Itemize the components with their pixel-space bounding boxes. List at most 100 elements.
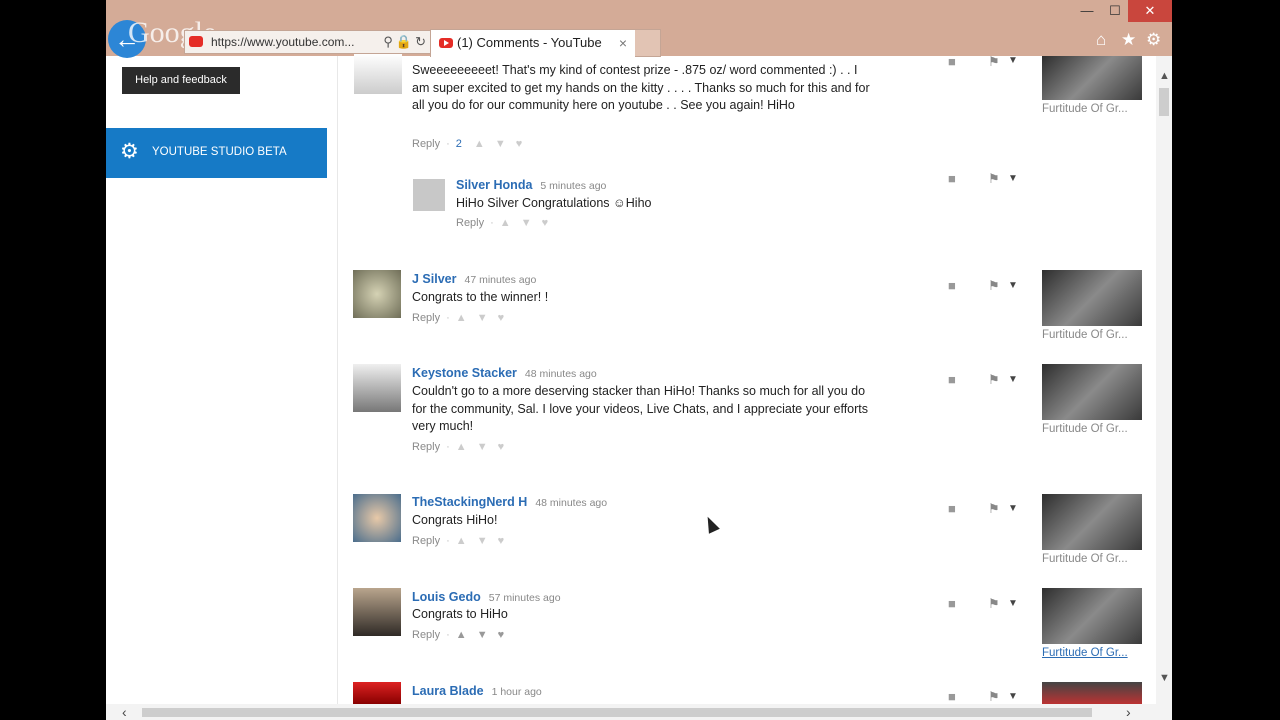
trash-icon[interactable]: ■ [948, 171, 956, 186]
minimize-button[interactable]: — [1072, 0, 1102, 22]
video-thumbnail[interactable] [1042, 270, 1142, 326]
heart-icon[interactable]: ♥ [498, 312, 505, 324]
thumb-down-icon[interactable]: ▼ [477, 312, 488, 324]
horizontal-scrollbar[interactable]: ‹ › [106, 704, 1172, 720]
new-tab-button[interactable] [635, 29, 661, 57]
chevron-down-icon[interactable]: ▼ [1008, 173, 1018, 184]
flag-icon[interactable]: ⚑ [988, 54, 1000, 70]
settings-icon[interactable]: ⚙ [1146, 30, 1161, 50]
heart-icon[interactable]: ♥ [516, 138, 523, 150]
thumb-up-icon[interactable]: ▲ [500, 217, 511, 229]
search-icon[interactable]: ⚲ [383, 34, 396, 49]
flag-icon[interactable]: ⚑ [988, 689, 1000, 705]
comment-author[interactable]: J Silver [412, 272, 456, 286]
video-title[interactable]: Furtitude Of Gr... [1042, 423, 1152, 435]
heart-icon[interactable]: ♥ [498, 535, 505, 547]
comment-time[interactable]: 48 minutes ago [525, 368, 597, 380]
scroll-up-icon[interactable]: ▲ [1159, 70, 1170, 82]
comment-author[interactable]: Louis Gedo [412, 590, 481, 604]
tab-comments[interactable]: (1) Comments - YouTube × [430, 29, 636, 57]
chevron-down-icon[interactable]: ▼ [1008, 598, 1018, 609]
youtube-studio-beta-link[interactable]: ⚙ YOUTUBE STUDIO BETA [106, 128, 327, 178]
thumb-down-icon[interactable]: ▼ [477, 629, 488, 641]
thumb-up-icon[interactable]: ▲ [456, 312, 467, 324]
video-thumbnail[interactable] [1042, 588, 1142, 644]
thumb-down-icon[interactable]: ▼ [477, 535, 488, 547]
refresh-icon[interactable]: ↻ [415, 34, 429, 49]
favorites-icon[interactable]: ★ [1121, 30, 1136, 50]
comment-actions: Reply · ▲ ▼ ♥ [412, 629, 505, 641]
close-button[interactable]: ✕ [1128, 0, 1172, 22]
avatar[interactable] [353, 364, 401, 412]
chevron-down-icon[interactable]: ▼ [1008, 503, 1018, 514]
flag-icon[interactable]: ⚑ [988, 501, 1000, 517]
comment-time[interactable]: 1 hour ago [492, 686, 542, 698]
flag-icon[interactable]: ⚑ [988, 372, 1000, 388]
trash-icon[interactable]: ■ [948, 372, 956, 387]
scroll-left-icon[interactable]: ‹ [122, 704, 127, 720]
avatar[interactable] [353, 682, 401, 704]
trash-icon[interactable]: ■ [948, 501, 956, 516]
video-thumbnail[interactable] [1042, 682, 1142, 704]
comment-time[interactable]: 57 minutes ago [489, 592, 561, 604]
chevron-down-icon[interactable]: ▼ [1008, 55, 1018, 66]
address-bar[interactable]: https://www.youtube.com... ⚲🔒↻ [184, 30, 434, 54]
video-title[interactable]: Furtitude Of Gr... [1042, 553, 1152, 565]
thumb-down-icon[interactable]: ▼ [477, 441, 488, 453]
flag-icon[interactable]: ⚑ [988, 278, 1000, 294]
avatar[interactable] [353, 588, 401, 636]
avatar[interactable] [353, 270, 401, 318]
reply-link[interactable]: Reply [412, 535, 440, 547]
thumb-up-icon[interactable]: ▲ [456, 629, 467, 641]
reply-count-link[interactable]: 2 [456, 138, 462, 150]
video-thumbnail[interactable] [1042, 494, 1142, 550]
vertical-scroll-thumb[interactable] [1159, 88, 1169, 116]
vertical-scrollbar[interactable]: ▲ ▼ [1156, 56, 1172, 704]
heart-icon[interactable]: ♥ [498, 629, 505, 641]
comment-time[interactable]: 5 minutes ago [540, 180, 606, 192]
avatar[interactable] [354, 54, 402, 94]
horizontal-scroll-thumb[interactable] [142, 708, 1092, 717]
thumb-up-icon[interactable]: ▲ [474, 138, 485, 150]
chevron-down-icon[interactable]: ▼ [1008, 374, 1018, 385]
heart-icon[interactable]: ♥ [542, 217, 549, 229]
scroll-right-icon[interactable]: › [1126, 704, 1131, 720]
reply-link[interactable]: Reply [412, 138, 440, 150]
video-title[interactable]: Furtitude Of Gr... [1042, 103, 1152, 115]
help-feedback-tooltip: Help and feedback [122, 67, 240, 94]
comment-author[interactable]: Keystone Stacker [412, 366, 517, 380]
trash-icon[interactable]: ■ [948, 278, 956, 293]
scroll-down-icon[interactable]: ▼ [1159, 672, 1170, 684]
chevron-down-icon[interactable]: ▼ [1008, 691, 1018, 702]
thumb-up-icon[interactable]: ▲ [456, 535, 467, 547]
thumb-down-icon[interactable]: ▼ [495, 138, 506, 150]
reply-link[interactable]: Reply [412, 441, 440, 453]
trash-icon[interactable]: ■ [948, 596, 956, 611]
home-icon[interactable]: ⌂ [1096, 30, 1106, 50]
flag-icon[interactable]: ⚑ [988, 171, 1000, 187]
reply-link[interactable]: Reply [412, 629, 440, 641]
thumb-down-icon[interactable]: ▼ [521, 217, 532, 229]
maximize-button[interactable]: ☐ [1100, 0, 1130, 22]
video-thumbnail[interactable] [1042, 56, 1142, 100]
lock-icon[interactable]: 🔒 [396, 34, 415, 49]
comment-author[interactable]: Laura Blade [412, 684, 484, 698]
flag-icon[interactable]: ⚑ [988, 596, 1000, 612]
comment-author[interactable]: TheStackingNerd H [412, 495, 527, 509]
avatar[interactable] [413, 179, 445, 211]
video-title[interactable]: Furtitude Of Gr... [1042, 329, 1152, 341]
heart-icon[interactable]: ♥ [498, 441, 505, 453]
trash-icon[interactable]: ■ [948, 54, 956, 69]
comment-time[interactable]: 47 minutes ago [464, 274, 536, 286]
reply-link[interactable]: Reply [412, 312, 440, 324]
tab-close-icon[interactable]: × [619, 30, 627, 56]
video-thumbnail[interactable] [1042, 364, 1142, 420]
reply-link[interactable]: Reply [456, 217, 484, 229]
comment-author[interactable]: Silver Honda [456, 178, 532, 192]
trash-icon[interactable]: ■ [948, 689, 956, 704]
comment-time[interactable]: 48 minutes ago [535, 497, 607, 509]
thumb-up-icon[interactable]: ▲ [456, 441, 467, 453]
avatar[interactable] [353, 494, 401, 542]
chevron-down-icon[interactable]: ▼ [1008, 280, 1018, 291]
video-title[interactable]: Furtitude Of Gr... [1042, 647, 1152, 659]
